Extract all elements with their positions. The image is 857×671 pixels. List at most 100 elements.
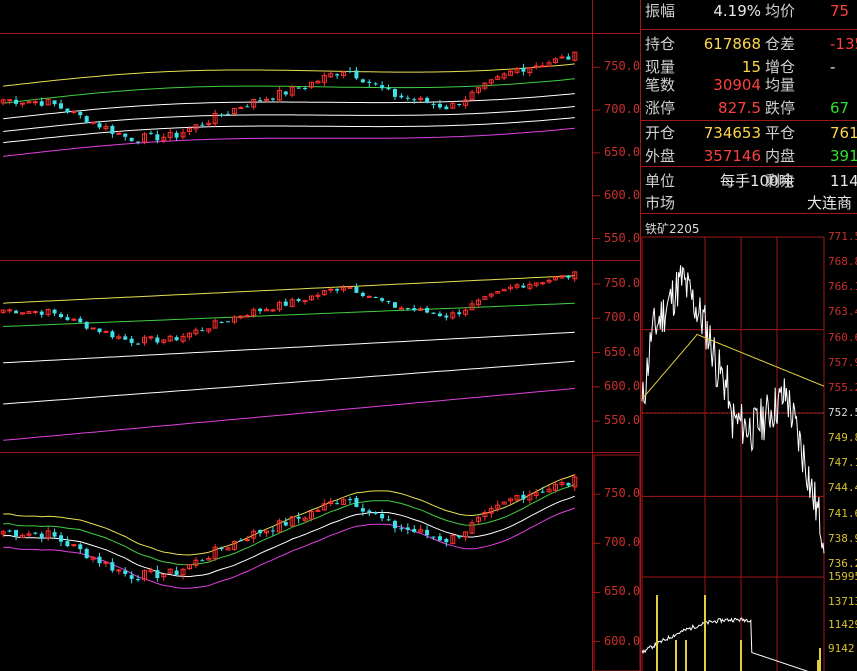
- panel-axis-tick: 700.0: [604, 102, 641, 117]
- info-divider-1: [641, 29, 857, 30]
- panel3-candle-body: [258, 529, 263, 534]
- panel2-band-inner2: [3, 360, 575, 405]
- panel3-candle-body: [200, 560, 205, 562]
- info-row: 外盘 357146内盘 3910: [645, 145, 857, 168]
- panel3-candle-body: [354, 498, 359, 507]
- intraday-price-tick: 736.2: [828, 557, 857, 571]
- panel3-candle-body: [71, 544, 77, 547]
- panel2-candle-body: [386, 301, 391, 303]
- panel3-candle-body: [373, 512, 378, 514]
- panel1-candle-body: [360, 79, 365, 83]
- panel-axis-tick: 750.0: [604, 486, 641, 501]
- panel3-candle-body: [380, 513, 385, 519]
- panel3-candle-body: [431, 536, 436, 538]
- panel2-candle-body: [7, 309, 13, 312]
- info-row: 涨停 827.5 跌停 67: [645, 97, 857, 120]
- panel2-candle-body: [32, 311, 38, 314]
- info-value2: 114: [830, 172, 857, 190]
- info-label2: 均价: [765, 2, 796, 20]
- panel3-candle-body: [78, 544, 83, 550]
- panel1-candle-body: [258, 100, 263, 102]
- panel2-candle-body: [366, 295, 372, 298]
- panel1-candle-body: [26, 101, 32, 104]
- info-label: 振幅: [645, 2, 676, 20]
- panel3-band-bottom: [3, 507, 575, 589]
- panel3-candle-body: [7, 530, 12, 532]
- panel1-candle-body: [19, 102, 25, 105]
- panel-axis-tick: 700.0: [604, 535, 641, 550]
- intraday-price-tick: 763.4: [828, 305, 857, 319]
- info-label: 单位: [645, 172, 676, 190]
- intraday-volume-tick: 9142: [828, 642, 855, 655]
- panel2-candle-body: [200, 330, 205, 332]
- panel3-candle-body: [283, 522, 288, 526]
- panel2-candle-body: [258, 308, 263, 312]
- info-label2: 剩余: [765, 172, 796, 190]
- panel-axis-tick: 550.0: [604, 413, 641, 428]
- panel1-candle-body: [412, 99, 417, 101]
- info-row: 开仓 734653平仓 7616: [645, 122, 857, 145]
- panel2-band-inner1: [3, 331, 575, 364]
- panel1-candle-body: [444, 106, 449, 110]
- panel-divider-1: [0, 260, 640, 261]
- info-divider-4: [641, 213, 857, 214]
- panel1-candle-body: [437, 103, 442, 108]
- panel3-band-top: [3, 474, 575, 556]
- panel1-candle-body: [219, 114, 224, 116]
- panel1-band-bottom: [3, 127, 575, 157]
- panel1-candle-body: [559, 56, 565, 59]
- panel3-candle-body: [238, 540, 243, 542]
- panel2-candle-body: [335, 289, 340, 291]
- panel1-candle-body: [7, 99, 13, 102]
- intraday-price-tick: 757.9: [828, 355, 857, 369]
- panel-divider-2: [0, 452, 640, 453]
- panel3-candle-body: [444, 539, 449, 543]
- panel3-candle-body: [129, 575, 134, 579]
- panel2-candle-body: [302, 300, 308, 303]
- instrument-title: 铁矿2205: [645, 222, 700, 236]
- panel2-candle-body: [566, 275, 571, 278]
- info-value: 357146: [703, 147, 761, 165]
- panel2-candle-body: [97, 328, 102, 333]
- panel3-candle-body: [39, 533, 44, 539]
- intraday-volume-tick: 11429: [828, 618, 857, 631]
- panel2-candle-body: [65, 317, 70, 321]
- panel2-candle-body: [174, 337, 179, 341]
- panel2-candle-body: [14, 310, 19, 314]
- panel1-candle-body: [533, 65, 539, 68]
- panel3-candle-body: [116, 569, 122, 572]
- panel3-candle-body: [155, 570, 160, 579]
- panel-axis-tick: 650.0: [604, 584, 641, 599]
- panel1-candle-body: [116, 132, 122, 135]
- panel1-candle-body: [174, 132, 179, 138]
- panel1-candle-body: [39, 101, 44, 106]
- info-value: 734653: [703, 124, 761, 142]
- panel-axis-tick: 650.0: [604, 144, 641, 159]
- panel1-candle-body: [200, 124, 205, 126]
- info-value: 617868: [703, 35, 761, 53]
- panel1-band-inner3: [3, 117, 575, 144]
- panel3-candle-body: [65, 541, 70, 547]
- panel1-candle-body: [392, 88, 397, 97]
- panel1-candle-body: [373, 83, 378, 85]
- panel2-candle-body: [59, 313, 64, 318]
- info-value2: -135: [830, 35, 857, 53]
- panel-axis-tick: 650.0: [604, 344, 641, 359]
- intraday-price-tick: 755.2: [828, 381, 857, 394]
- panel2-band-bottom: [3, 387, 575, 441]
- panel1-candle-body: [84, 116, 89, 123]
- info-row: 单位 每手100吨 剩余 114: [645, 170, 857, 193]
- panel1-candle-body: [354, 70, 359, 79]
- panel3-candle-body: [457, 535, 462, 538]
- panel3-candle-body: [52, 532, 57, 537]
- intraday-price-tick: 747.1: [828, 456, 857, 470]
- intraday-volume-tick: 13713: [828, 595, 857, 608]
- panel2-candle-body: [457, 312, 462, 315]
- intraday-price-tick: 766.1: [828, 280, 857, 294]
- panel1-candle-body: [566, 56, 571, 60]
- panel1-candle-body: [123, 133, 128, 137]
- panel1-candle-body: [148, 132, 153, 134]
- right-panel-divider: [640, 0, 641, 671]
- panel2-band-top: [3, 275, 575, 304]
- panel1-candle-body: [540, 65, 546, 68]
